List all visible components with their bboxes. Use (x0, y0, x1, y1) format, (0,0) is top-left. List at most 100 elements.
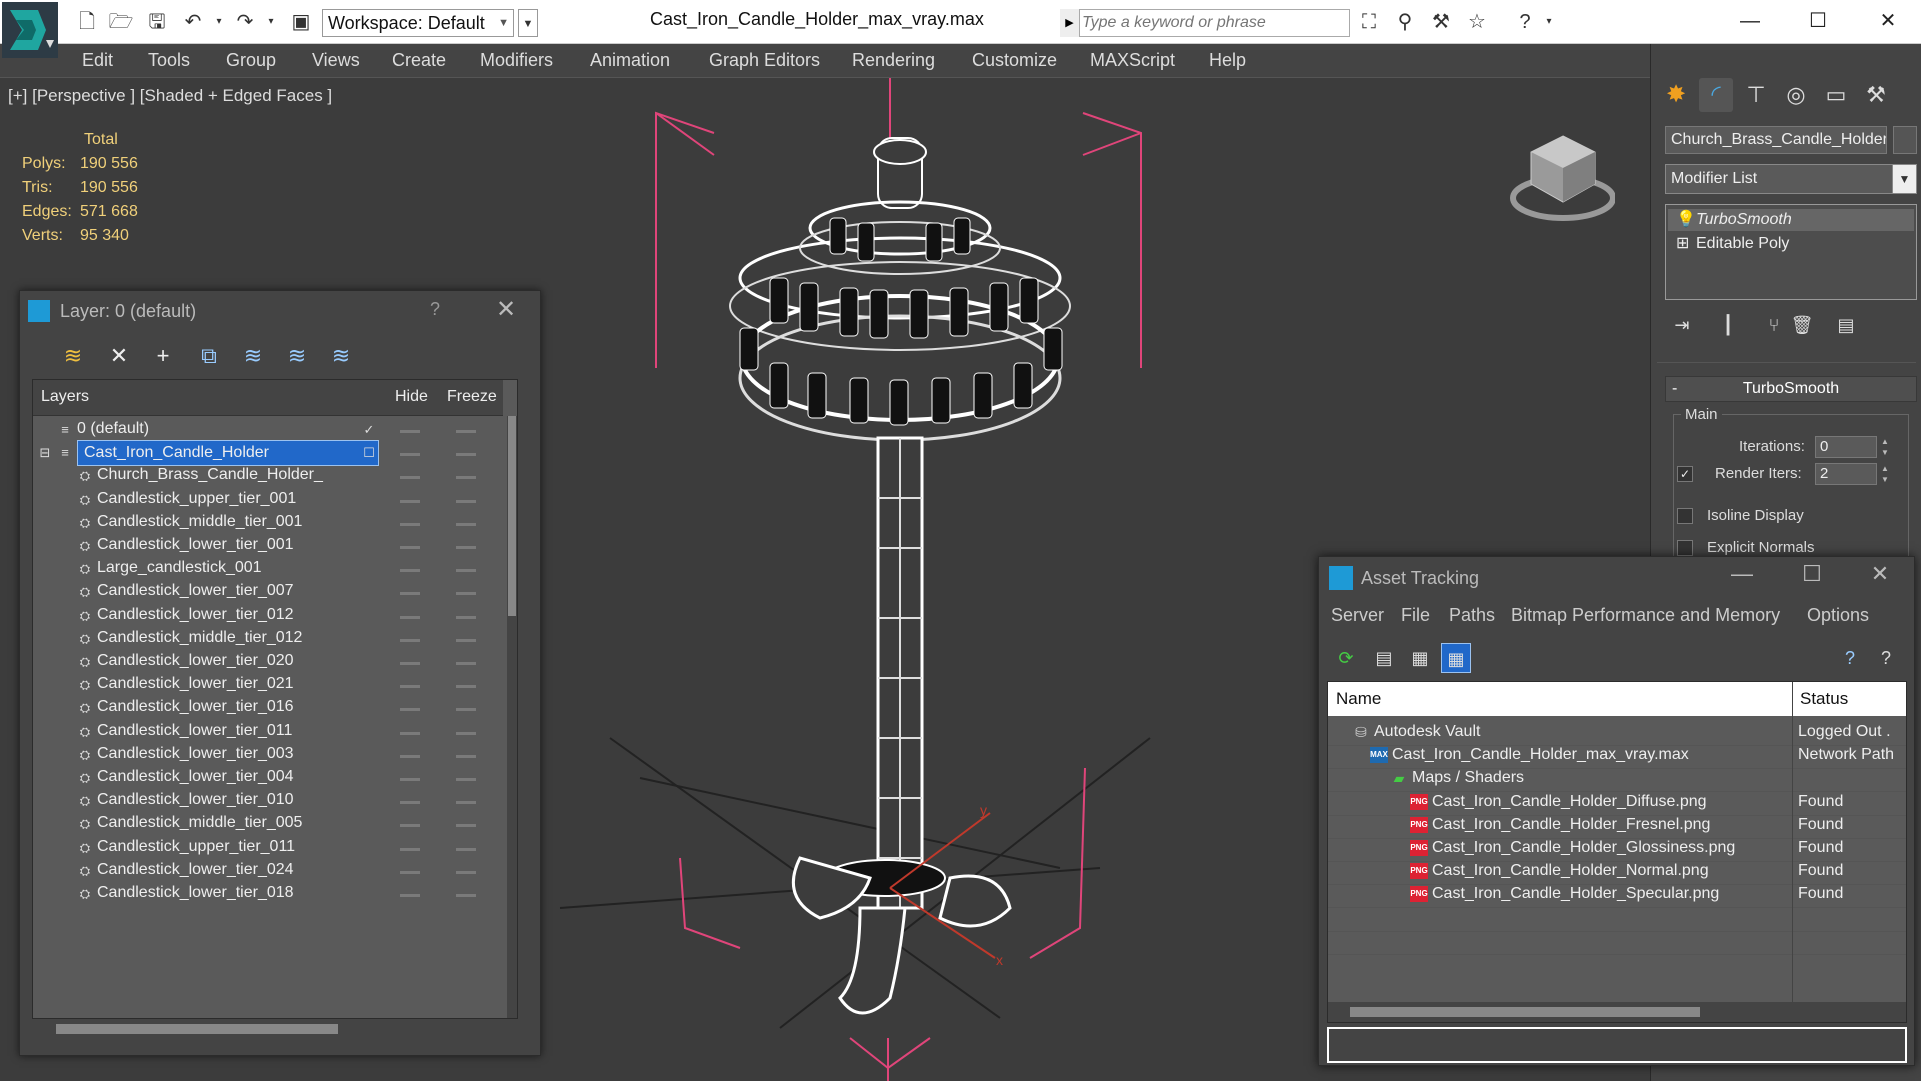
help-icon[interactable]: ? (1835, 643, 1865, 673)
hide-toggle[interactable] (400, 824, 420, 828)
table-row[interactable]: ⛭ Candlestick_lower_tier_018 (33, 880, 503, 908)
menu-server[interactable]: Server (1331, 605, 1384, 626)
workspace-dropdown[interactable]: Workspace: Default ▼ (322, 9, 514, 37)
search-input[interactable] (1082, 10, 1348, 36)
menu-maxscript[interactable]: MAXScript (1090, 50, 1175, 71)
expand-plus-icon[interactable]: ⊞ (1676, 233, 1689, 255)
make-unique-icon[interactable]: ⑂ (1761, 312, 1787, 338)
freeze-toggle[interactable] (456, 801, 476, 805)
menu-group[interactable]: Group (226, 50, 276, 71)
stack-item-turbosmooth[interactable]: 💡 TurboSmooth (1668, 209, 1914, 231)
vertical-scrollbar[interactable] (507, 416, 517, 1018)
object-name-field[interactable]: Church_Brass_Candle_Holder_ (1665, 126, 1887, 154)
object-color-swatch[interactable] (1893, 126, 1917, 154)
menu-options[interactable]: Options (1807, 605, 1869, 626)
key-icon[interactable]: ⚲ (1392, 10, 1418, 34)
create-tab-icon[interactable]: ✸ (1659, 78, 1693, 112)
hide-toggle[interactable] (400, 615, 420, 619)
col-hide[interactable]: Hide (395, 388, 428, 406)
hide-toggle[interactable] (400, 522, 420, 526)
menu-modifiers[interactable]: Modifiers (480, 50, 553, 71)
highlight-layer-icon[interactable]: ≋ (238, 341, 268, 371)
hide-toggle[interactable] (400, 592, 420, 596)
freeze-toggle[interactable] (456, 708, 476, 712)
dialog-title-bar[interactable]: Layer: 0 (default) ? ✕ (20, 291, 540, 331)
explicit-normals-checkbox[interactable] (1677, 540, 1693, 556)
menu-customize[interactable]: Customize (972, 50, 1057, 71)
freeze-toggle[interactable] (456, 662, 476, 665)
col-status[interactable]: Status (1800, 689, 1848, 709)
col-name[interactable]: Name (1336, 689, 1381, 709)
menu-file[interactable]: File (1401, 605, 1430, 626)
maximize-icon[interactable]: ☐ (1797, 561, 1827, 587)
hierarchy-tab-icon[interactable]: ⊤ (1739, 78, 1773, 112)
hide-toggle[interactable] (400, 638, 420, 642)
new-file-icon[interactable]: 🗋 (74, 10, 100, 34)
scrollbar-thumb[interactable] (508, 416, 516, 616)
menu-help[interactable]: Help (1209, 50, 1246, 71)
app-logo-icon[interactable] (2, 2, 58, 58)
hide-toggle[interactable] (400, 662, 420, 665)
horizontal-scrollbar[interactable] (1328, 1002, 1906, 1022)
close-icon[interactable]: ✕ (1865, 561, 1895, 587)
menu-create[interactable]: Create (392, 50, 446, 71)
freeze-toggle[interactable] (456, 870, 476, 874)
help-icon[interactable]: ? (1512, 10, 1538, 34)
col-freeze[interactable]: Freeze (447, 388, 497, 406)
modify-tab-icon[interactable]: ◜ (1699, 78, 1733, 112)
utilities-tab-icon[interactable]: ⚒ (1859, 78, 1893, 112)
collapse-icon[interactable]: ⊟ (37, 445, 53, 461)
help-button[interactable]: ? (430, 299, 440, 320)
freeze-toggle[interactable] (456, 685, 476, 689)
col-layers[interactable]: Layers (41, 388, 89, 406)
maximize-button[interactable]: ☐ (1798, 6, 1838, 36)
hide-toggle[interactable] (400, 430, 420, 433)
hide-toggle[interactable] (400, 476, 420, 480)
freeze-toggle[interactable] (456, 522, 476, 526)
table-view-icon[interactable]: ▦ (1441, 643, 1471, 673)
hide-toggle[interactable] (400, 453, 420, 457)
freeze-toggle[interactable] (456, 430, 476, 433)
redo-icon[interactable]: ↷ (232, 10, 258, 34)
freeze-toggle[interactable] (456, 847, 476, 851)
search-expand-icon[interactable]: ▶ (1060, 9, 1080, 37)
scrollbar-thumb[interactable] (1350, 1007, 1700, 1017)
minimize-button[interactable]: — (1730, 6, 1770, 36)
wrench-icon[interactable]: ⚒ (1428, 10, 1454, 34)
freeze-toggle[interactable] (456, 615, 476, 619)
context-help-icon[interactable]: ? (1871, 643, 1901, 673)
refresh-icon[interactable]: ⟳ (1331, 643, 1361, 673)
isoline-display-checkbox[interactable] (1677, 508, 1693, 524)
modifier-list-dropdown[interactable]: Modifier List ▼ (1665, 164, 1917, 194)
freeze-toggle[interactable] (456, 894, 476, 897)
freeze-toggle[interactable] (456, 731, 476, 735)
stack-item-editable-poly[interactable]: ⊞ Editable Poly (1668, 233, 1914, 255)
horizontal-scrollbar[interactable] (32, 1021, 518, 1037)
freeze-toggle[interactable] (456, 476, 476, 480)
hide-toggle[interactable] (400, 847, 420, 851)
add-to-layer-icon[interactable]: + (148, 341, 178, 371)
hide-toggle[interactable] (400, 569, 420, 573)
render-iters-checkbox[interactable]: ✓ (1677, 466, 1693, 482)
hide-toggle[interactable] (400, 685, 420, 689)
spinner-arrows-icon[interactable]: ▲ ▼ (1879, 436, 1891, 458)
menu-rendering[interactable]: Rendering (852, 50, 935, 71)
help-dropdown-icon[interactable]: ▾ (1536, 10, 1562, 34)
hide-toggle[interactable] (400, 870, 420, 874)
column-divider[interactable] (1792, 682, 1793, 1022)
motion-tab-icon[interactable]: ◎ (1779, 78, 1813, 112)
freeze-toggle[interactable] (456, 778, 476, 781)
hide-unhide-layers-icon[interactable]: ≋ (282, 341, 312, 371)
configure-modifier-sets-icon[interactable]: ▤ (1833, 312, 1859, 338)
save-icon[interactable]: 🖫 (144, 10, 170, 34)
menu-views[interactable]: Views (312, 50, 360, 71)
project-folder-icon[interactable]: ▣ (288, 10, 314, 34)
minimize-icon[interactable]: — (1727, 561, 1757, 587)
undo-icon[interactable]: ↶ (180, 10, 206, 34)
set-active-layer-icon[interactable]: ☐ (361, 445, 377, 461)
hide-toggle[interactable] (400, 708, 420, 712)
star-icon[interactable]: ☆ (1464, 10, 1490, 34)
open-folder-icon[interactable]: 🗁 (108, 10, 134, 34)
undo-dropdown-icon[interactable]: ▾ (206, 10, 232, 34)
display-tab-icon[interactable]: ▭ (1819, 78, 1853, 112)
